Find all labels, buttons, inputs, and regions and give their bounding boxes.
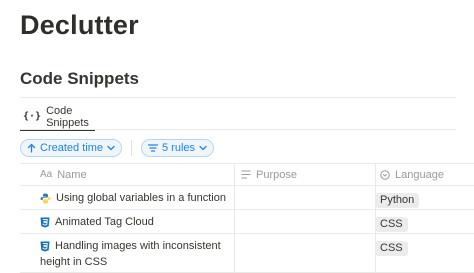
chevron-down-icon [199,145,207,151]
css3-icon [40,241,50,252]
sort-label: Created time [40,142,103,154]
table-row[interactable]: Handling images with inconsistent height… [20,234,474,273]
code-brackets-icon: {·} [23,111,42,122]
tab-code-snippets[interactable]: {·} Code Snippets [20,104,95,131]
row-purpose-cell[interactable] [234,186,375,209]
tab-label: Code Snippets [46,104,89,129]
row-name-cell[interactable]: Animated Tag Cloud [20,210,234,233]
select-icon [380,169,390,180]
css3-icon [40,217,50,228]
filter-divider [130,140,132,156]
lines-icon [241,170,251,179]
language-tag: CSS [375,217,408,232]
row-name-cell[interactable]: Handling images with inconsistent height… [20,234,234,272]
column-label: Name [57,168,87,181]
column-divider [234,164,235,185]
python-icon [40,193,51,204]
table-header: Aa Name Purpose Language [20,163,474,186]
row-language-cell[interactable]: CSS [375,214,408,233]
text-type-icon: Aa [40,169,53,180]
row-language-cell[interactable]: CSS [375,238,408,272]
column-header-name[interactable]: Aa Name [40,164,87,185]
table-row[interactable]: Using global variables in a function Pyt… [20,186,474,210]
arrow-up-icon [27,143,36,153]
row-name: Animated Tag Cloud [55,216,154,228]
chevron-down-icon [107,145,115,151]
column-label: Language [395,168,444,181]
database-title[interactable]: Code Snippets [20,69,139,89]
tabs-divider [20,129,456,130]
filter-lines-icon [147,144,158,152]
row-purpose-cell[interactable] [234,210,375,233]
row-purpose-cell[interactable] [234,234,375,272]
rules-chip[interactable]: 5 rules [140,139,215,157]
language-tag: Python [375,193,420,208]
sort-chip[interactable]: Created time [20,139,122,157]
title-divider [20,97,456,98]
row-language-cell[interactable]: Python [375,190,420,209]
column-header-language[interactable]: Language [380,164,444,185]
column-header-purpose[interactable]: Purpose [241,164,297,185]
column-label: Purpose [256,168,297,181]
row-name: Using global variables in a function [56,192,226,204]
database-table: Aa Name Purpose Language Using global va… [20,163,474,273]
column-divider [375,164,376,185]
page-title: Declutter [20,10,139,40]
table-row[interactable]: Animated Tag Cloud CSS [20,210,474,234]
rules-label: 5 rules [161,142,196,154]
filter-bar: Created time 5 rules [20,139,215,157]
row-name-cell[interactable]: Using global variables in a function [20,186,234,209]
row-name: Handling images with inconsistent height… [40,240,221,268]
language-tag: CSS [375,241,408,256]
